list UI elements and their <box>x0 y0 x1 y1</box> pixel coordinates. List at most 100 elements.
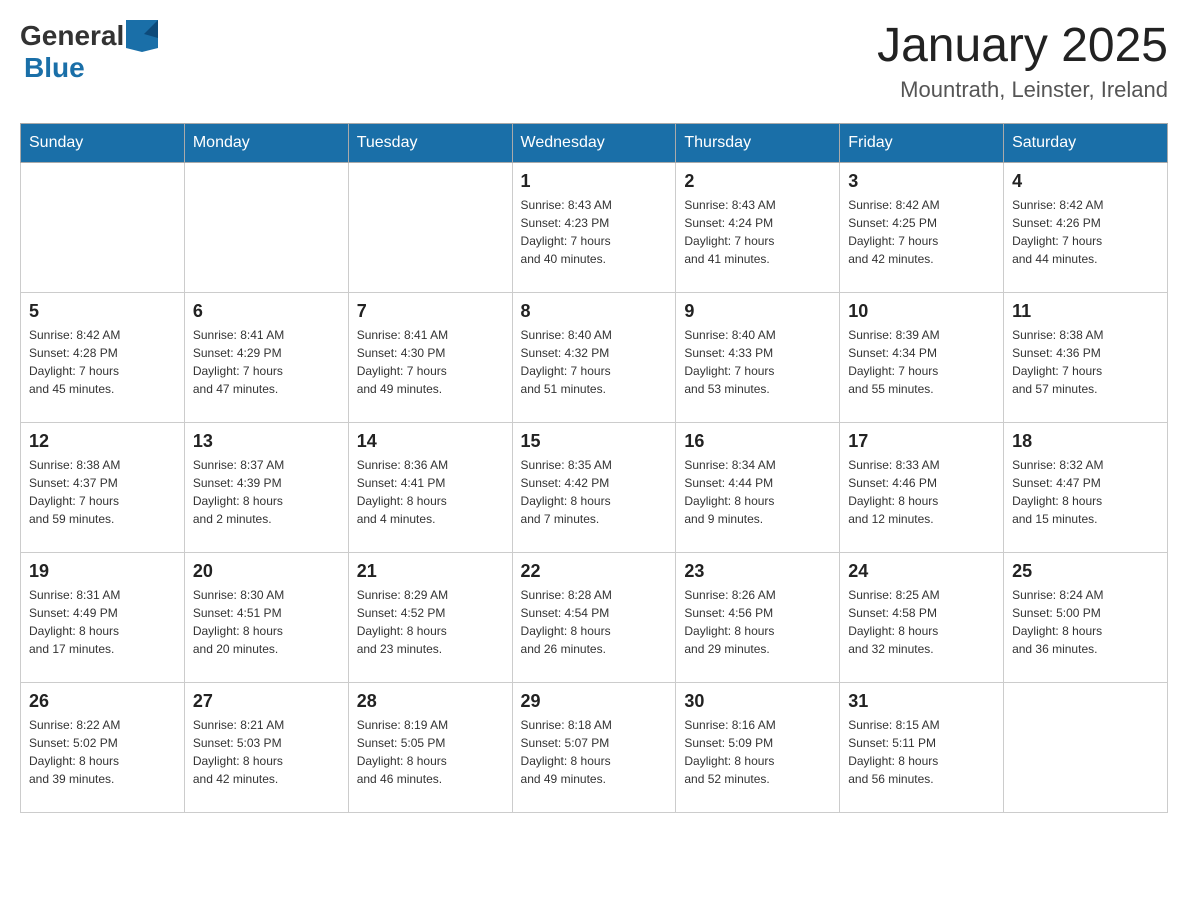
day-info: Sunrise: 8:35 AM Sunset: 4:42 PM Dayligh… <box>521 456 668 528</box>
day-cell: 19 Sunrise: 8:31 AM Sunset: 4:49 PM Dayli… <box>21 552 185 682</box>
day-number: 1 <box>521 171 668 192</box>
weekday-header-thursday: Thursday <box>676 123 840 162</box>
day-cell: 4Sunrise: 8:42 AM Sunset: 4:26 PM Daylig… <box>1004 162 1168 292</box>
day-info: Sunrise: 8:26 AM Sunset: 4:56 PM Dayligh… <box>684 586 831 658</box>
day-cell: 12 Sunrise: 8:38 AM Sunset: 4:37 PM Dayli… <box>21 422 185 552</box>
day-cell: 13 Sunrise: 8:37 AM Sunset: 4:39 PM Dayli… <box>184 422 348 552</box>
day-cell: 9 Sunrise: 8:40 AM Sunset: 4:33 PM Daylig… <box>676 292 840 422</box>
day-cell: 16Sunrise: 8:34 AM Sunset: 4:44 PM Dayli… <box>676 422 840 552</box>
logo: General Blue <box>20 20 160 84</box>
day-number: 6 <box>193 301 340 322</box>
day-cell: 10 Sunrise: 8:39 AM Sunset: 4:34 PM Dayli… <box>840 292 1004 422</box>
day-info: Sunrise: 8:32 AM Sunset: 4:47 PM Dayligh… <box>1012 456 1159 528</box>
day-info: Sunrise: 8:24 AM Sunset: 5:00 PM Dayligh… <box>1012 586 1159 658</box>
day-number: 14 <box>357 431 504 452</box>
day-cell: 3 Sunrise: 8:42 AM Sunset: 4:25 PM Daylig… <box>840 162 1004 292</box>
day-cell: 8 Sunrise: 8:40 AM Sunset: 4:32 PM Daylig… <box>512 292 676 422</box>
day-cell: 29 Sunrise: 8:18 AM Sunset: 5:07 PM Dayli… <box>512 682 676 812</box>
weekday-header-monday: Monday <box>184 123 348 162</box>
day-cell: 14 Sunrise: 8:36 AM Sunset: 4:41 PM Dayli… <box>348 422 512 552</box>
day-number: 17 <box>848 431 995 452</box>
day-info: Sunrise: 8:38 AM Sunset: 4:37 PM Dayligh… <box>29 456 176 528</box>
day-number: 29 <box>521 691 668 712</box>
day-info: Sunrise: 8:42 AM Sunset: 4:28 PM Dayligh… <box>29 326 176 398</box>
day-cell: 31Sunrise: 8:15 AM Sunset: 5:11 PM Dayli… <box>840 682 1004 812</box>
day-info: Sunrise: 8:30 AM Sunset: 4:51 PM Dayligh… <box>193 586 340 658</box>
day-cell: 1 Sunrise: 8:43 AM Sunset: 4:23 PM Daylig… <box>512 162 676 292</box>
weekday-header-tuesday: Tuesday <box>348 123 512 162</box>
day-number: 9 <box>684 301 831 322</box>
day-number: 13 <box>193 431 340 452</box>
day-cell: 30Sunrise: 8:16 AM Sunset: 5:09 PM Dayli… <box>676 682 840 812</box>
day-cell: 24Sunrise: 8:25 AM Sunset: 4:58 PM Dayli… <box>840 552 1004 682</box>
day-cell: 26Sunrise: 8:22 AM Sunset: 5:02 PM Dayli… <box>21 682 185 812</box>
day-cell: 28Sunrise: 8:19 AM Sunset: 5:05 PM Dayli… <box>348 682 512 812</box>
day-number: 31 <box>848 691 995 712</box>
weekday-header-saturday: Saturday <box>1004 123 1168 162</box>
day-number: 21 <box>357 561 504 582</box>
day-number: 23 <box>684 561 831 582</box>
page-header: General Blue January 2025 Mountrath, Lei… <box>20 20 1168 103</box>
day-number: 8 <box>521 301 668 322</box>
day-cell: 25 Sunrise: 8:24 AM Sunset: 5:00 PM Dayli… <box>1004 552 1168 682</box>
week-row-2: 5Sunrise: 8:42 AM Sunset: 4:28 PM Daylig… <box>21 292 1168 422</box>
day-info: Sunrise: 8:34 AM Sunset: 4:44 PM Dayligh… <box>684 456 831 528</box>
weekday-header-row: SundayMondayTuesdayWednesdayThursdayFrid… <box>21 123 1168 162</box>
day-info: Sunrise: 8:41 AM Sunset: 4:30 PM Dayligh… <box>357 326 504 398</box>
week-row-4: 19 Sunrise: 8:31 AM Sunset: 4:49 PM Dayli… <box>21 552 1168 682</box>
day-info: Sunrise: 8:40 AM Sunset: 4:33 PM Dayligh… <box>684 326 831 398</box>
day-cell <box>1004 682 1168 812</box>
day-info: Sunrise: 8:31 AM Sunset: 4:49 PM Dayligh… <box>29 586 176 658</box>
day-cell: 2Sunrise: 8:43 AM Sunset: 4:24 PM Daylig… <box>676 162 840 292</box>
week-row-3: 12 Sunrise: 8:38 AM Sunset: 4:37 PM Dayli… <box>21 422 1168 552</box>
day-info: Sunrise: 8:29 AM Sunset: 4:52 PM Dayligh… <box>357 586 504 658</box>
day-number: 20 <box>193 561 340 582</box>
day-cell: 22Sunrise: 8:28 AM Sunset: 4:54 PM Dayli… <box>512 552 676 682</box>
day-info: Sunrise: 8:22 AM Sunset: 5:02 PM Dayligh… <box>29 716 176 788</box>
day-number: 27 <box>193 691 340 712</box>
day-number: 19 <box>29 561 176 582</box>
day-cell: 18Sunrise: 8:32 AM Sunset: 4:47 PM Dayli… <box>1004 422 1168 552</box>
day-info: Sunrise: 8:41 AM Sunset: 4:29 PM Dayligh… <box>193 326 340 398</box>
day-info: Sunrise: 8:39 AM Sunset: 4:34 PM Dayligh… <box>848 326 995 398</box>
day-cell: 15 Sunrise: 8:35 AM Sunset: 4:42 PM Dayli… <box>512 422 676 552</box>
day-info: Sunrise: 8:18 AM Sunset: 5:07 PM Dayligh… <box>521 716 668 788</box>
day-number: 7 <box>357 301 504 322</box>
location: Mountrath, Leinster, Ireland <box>877 77 1168 103</box>
day-info: Sunrise: 8:21 AM Sunset: 5:03 PM Dayligh… <box>193 716 340 788</box>
day-info: Sunrise: 8:43 AM Sunset: 4:23 PM Dayligh… <box>521 196 668 268</box>
day-info: Sunrise: 8:42 AM Sunset: 4:26 PM Dayligh… <box>1012 196 1159 268</box>
weekday-header-sunday: Sunday <box>21 123 185 162</box>
day-cell: 17Sunrise: 8:33 AM Sunset: 4:46 PM Dayli… <box>840 422 1004 552</box>
day-info: Sunrise: 8:28 AM Sunset: 4:54 PM Dayligh… <box>521 586 668 658</box>
weekday-header-wednesday: Wednesday <box>512 123 676 162</box>
day-number: 28 <box>357 691 504 712</box>
day-cell <box>348 162 512 292</box>
day-number: 10 <box>848 301 995 322</box>
day-number: 12 <box>29 431 176 452</box>
day-cell <box>21 162 185 292</box>
day-info: Sunrise: 8:25 AM Sunset: 4:58 PM Dayligh… <box>848 586 995 658</box>
day-number: 2 <box>684 171 831 192</box>
day-cell: 27 Sunrise: 8:21 AM Sunset: 5:03 PM Dayli… <box>184 682 348 812</box>
day-cell: 7 Sunrise: 8:41 AM Sunset: 4:30 PM Daylig… <box>348 292 512 422</box>
day-info: Sunrise: 8:42 AM Sunset: 4:25 PM Dayligh… <box>848 196 995 268</box>
day-info: Sunrise: 8:37 AM Sunset: 4:39 PM Dayligh… <box>193 456 340 528</box>
day-info: Sunrise: 8:36 AM Sunset: 4:41 PM Dayligh… <box>357 456 504 528</box>
day-cell: 21 Sunrise: 8:29 AM Sunset: 4:52 PM Dayli… <box>348 552 512 682</box>
day-number: 3 <box>848 171 995 192</box>
logo-blue: Blue <box>24 52 85 84</box>
week-row-5: 26Sunrise: 8:22 AM Sunset: 5:02 PM Dayli… <box>21 682 1168 812</box>
day-info: Sunrise: 8:40 AM Sunset: 4:32 PM Dayligh… <box>521 326 668 398</box>
day-info: Sunrise: 8:38 AM Sunset: 4:36 PM Dayligh… <box>1012 326 1159 398</box>
day-cell: 6 Sunrise: 8:41 AM Sunset: 4:29 PM Daylig… <box>184 292 348 422</box>
day-number: 15 <box>521 431 668 452</box>
logo-general: General <box>20 20 124 52</box>
logo-icon <box>126 20 158 52</box>
day-cell: 20 Sunrise: 8:30 AM Sunset: 4:51 PM Dayli… <box>184 552 348 682</box>
title-section: January 2025 Mountrath, Leinster, Irelan… <box>877 20 1168 103</box>
weekday-header-friday: Friday <box>840 123 1004 162</box>
day-number: 30 <box>684 691 831 712</box>
day-number: 25 <box>1012 561 1159 582</box>
day-cell: 5Sunrise: 8:42 AM Sunset: 4:28 PM Daylig… <box>21 292 185 422</box>
